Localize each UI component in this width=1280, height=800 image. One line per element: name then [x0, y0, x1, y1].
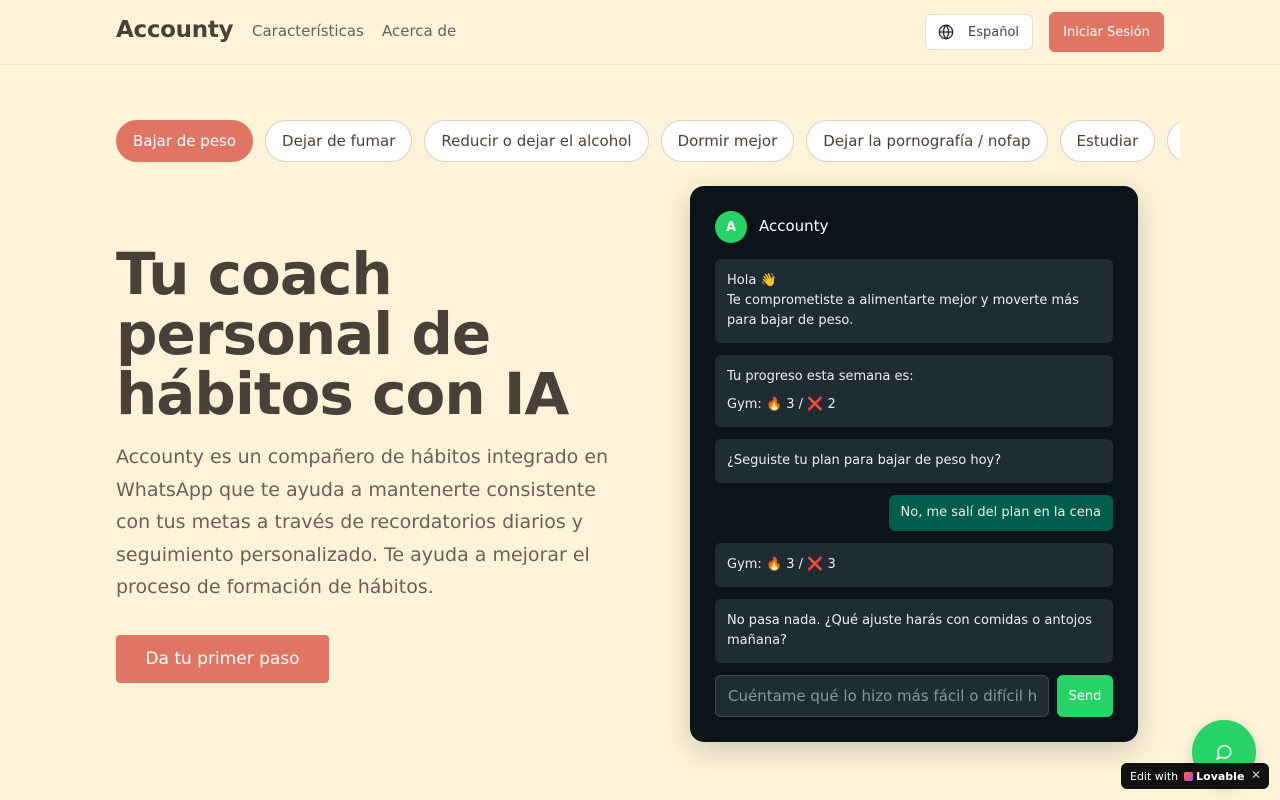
- logo[interactable]: Accounty: [116, 17, 234, 43]
- goal-pill[interactable]: Dormir mejor: [660, 120, 795, 162]
- goal-pill[interactable]: Dejar de fumar: [265, 120, 413, 162]
- goal-pills-carousel: Bajar de peso Dejar de fumar Reducir o dej…: [116, 120, 1180, 164]
- goal-pill[interactable]: Estudiar: [1059, 120, 1156, 162]
- send-button[interactable]: Send: [1057, 675, 1113, 717]
- login-button[interactable]: Iniciar Sesión: [1049, 12, 1164, 52]
- goal-pill[interactable]: Dejar la pornografía / nofap: [806, 120, 1048, 162]
- chat-message-input[interactable]: [715, 675, 1049, 717]
- chat-message-line: Tu progreso esta semana es:: [727, 369, 914, 384]
- chat-message-line: Te comprometiste a alimentarte mejor y m…: [727, 293, 1079, 328]
- chat-message-followup: No pasa nada. ¿Qué ajuste harás con comi…: [715, 599, 1113, 663]
- top-header: Accounty Características Acerca de Españ…: [0, 0, 1280, 65]
- chat-message-progress: Tu progreso esta semana es: Gym: 🔥 3 / ❌…: [715, 355, 1113, 427]
- nav-link-acerca-de[interactable]: Acerca de: [382, 22, 456, 40]
- chat-message-greeting: Hola 👋 Te comprometiste a alimentarte me…: [715, 259, 1113, 343]
- cta-button[interactable]: Da tu primer paso: [116, 635, 329, 683]
- badge-brand: Lovable: [1196, 769, 1245, 783]
- chat-contact-name: Accounty: [759, 217, 829, 235]
- chat-bubble-icon: [1216, 744, 1232, 760]
- goal-pill[interactable]: Usar: [1167, 120, 1180, 162]
- lovable-logo-icon: [1184, 771, 1194, 781]
- hero-description: Accounty es un compañero de hábitos inte…: [116, 446, 609, 598]
- chat-message-progress-update: Gym: 🔥 3 / ❌ 3: [715, 543, 1113, 587]
- globe-icon: [938, 24, 954, 40]
- chat-message-line: Hola 👋: [727, 273, 777, 288]
- goal-pill[interactable]: Reducir o dejar el alcohol: [424, 120, 649, 162]
- badge-prefix: Edit with: [1130, 769, 1179, 783]
- badge-close-icon[interactable]: ✕: [1251, 768, 1261, 782]
- language-label: Español: [968, 24, 1020, 40]
- language-selector-button[interactable]: Español: [925, 14, 1033, 50]
- edit-with-lovable-badge[interactable]: Edit with Lovable ✕: [1121, 763, 1269, 789]
- goal-pills-list: Bajar de peso Dejar de fumar Reducir o dej…: [116, 120, 1180, 162]
- chat-preview: A Accounty Hola 👋 Te comprometiste a ali…: [690, 186, 1138, 742]
- chat-message-question: ¿Seguiste tu plan para bajar de peso hoy…: [715, 439, 1113, 483]
- nav-link-caracteristicas[interactable]: Características: [252, 22, 364, 40]
- chat-message-outgoing: No, me salí del plan en la cena: [888, 495, 1113, 531]
- hero-title: Tu coach personal de hábitos con IA: [116, 240, 569, 428]
- chat-avatar: A: [715, 211, 747, 243]
- chat-message-line: Gym: 🔥 3 / ❌ 2: [727, 397, 836, 412]
- goal-pill[interactable]: Bajar de peso: [116, 120, 254, 162]
